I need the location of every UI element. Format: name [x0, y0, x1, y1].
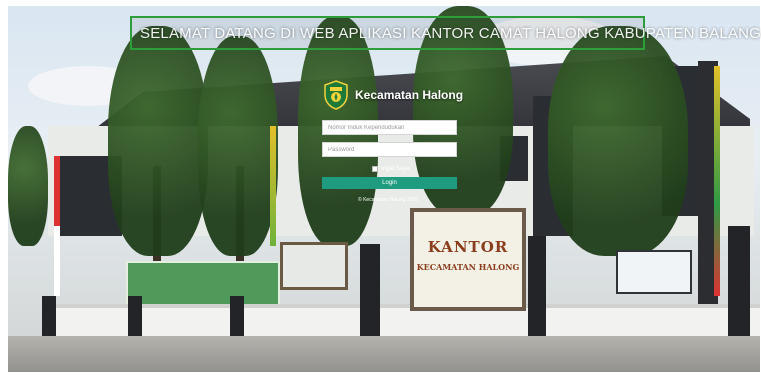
tree — [108, 26, 208, 256]
fence-post — [528, 236, 546, 344]
password-input[interactable] — [322, 142, 457, 157]
remember-checkbox[interactable] — [372, 166, 378, 172]
remember-me[interactable]: Ingat Saya — [372, 166, 410, 172]
brand-name: Kecamatan Halong — [355, 88, 464, 102]
tree — [548, 26, 688, 256]
nik-input[interactable] — [322, 120, 457, 135]
tree — [8, 126, 48, 246]
road — [8, 336, 760, 372]
marquee-text: SELAMAT DATANG DI WEB APLIKASI KANTOR CA… — [140, 24, 761, 42]
signboard-line2: KECAMATAN HALONG — [416, 262, 520, 272]
signboard-line1: KANTOR — [427, 238, 509, 256]
fence-post — [728, 226, 750, 344]
login-button[interactable]: Login — [322, 177, 457, 189]
info-board — [616, 250, 692, 294]
fence-post — [360, 244, 380, 344]
notice-board — [280, 242, 348, 290]
login-page: KANTOR KECAMATAN HALONG SELAMAT DATANG D… — [0, 0, 761, 376]
welcome-marquee: SELAMAT DATANG DI WEB APLIKASI KANTOR CA… — [130, 16, 761, 50]
remember-label: Ingat Saya — [381, 166, 410, 172]
brand: Kecamatan Halong — [323, 80, 463, 110]
flag-pole — [270, 126, 276, 246]
office-signboard: KANTOR KECAMATAN HALONG — [410, 208, 526, 311]
regency-emblem-icon — [324, 80, 348, 110]
flag-pole — [54, 156, 60, 296]
tree — [198, 36, 278, 256]
copyright-text: © Kecamatan Halong 2020 — [358, 197, 419, 203]
background-office-photo — [8, 6, 760, 372]
flag-pole — [714, 66, 720, 296]
